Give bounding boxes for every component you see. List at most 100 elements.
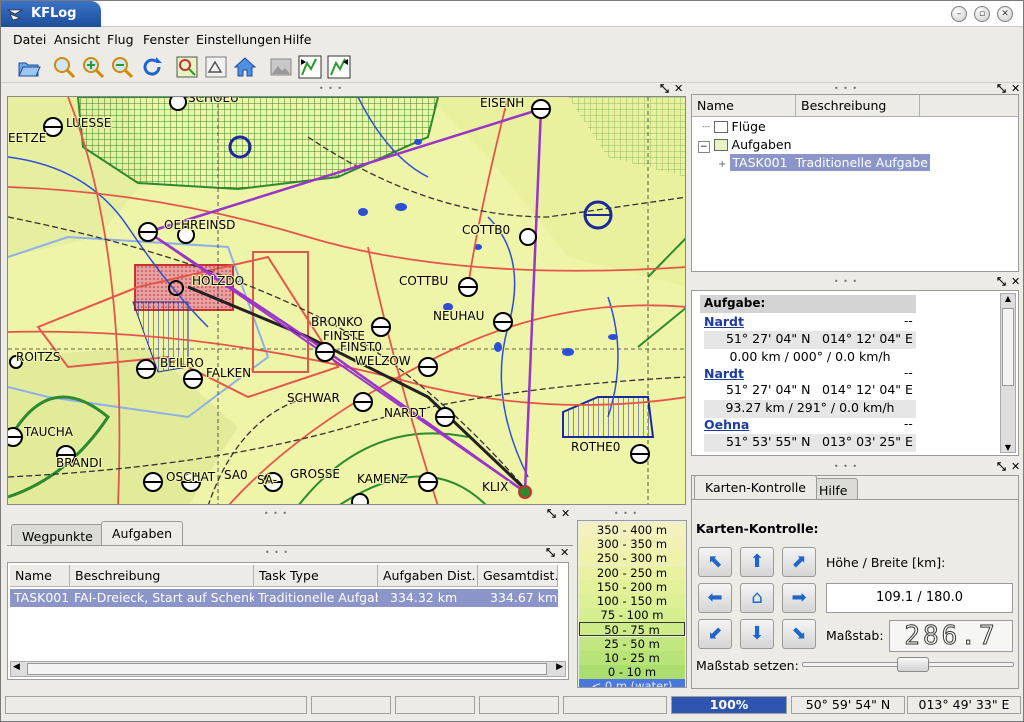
ctrl-dock-grip[interactable]: • • • xyxy=(826,462,866,472)
tab-karten-kontrolle[interactable]: Karten-Kontrolle xyxy=(694,475,817,499)
center-home-button[interactable]: ⌂ xyxy=(740,583,774,613)
pan-southwest-button[interactable]: ⬋ xyxy=(698,619,732,649)
tree-close-button[interactable]: ✕ xyxy=(1011,83,1020,94)
waypoint-link[interactable]: Nardt xyxy=(704,314,744,329)
home-icon[interactable] xyxy=(233,55,257,79)
flight-prev-icon[interactable] xyxy=(298,55,322,79)
map-close-button[interactable]: ✕ xyxy=(674,83,683,94)
ctrl-undock-button[interactable]: ⤡ xyxy=(997,461,1006,472)
table-cell: FAI-Dreieck, Start auf Schenkel xyxy=(74,590,254,605)
menu-hilfe[interactable]: Hilfe xyxy=(283,32,311,47)
info-close-button[interactable]: ✕ xyxy=(1011,276,1020,287)
tree-item-aufgaben[interactable]: − Aufgaben xyxy=(698,137,792,153)
label-klix: KLIX xyxy=(482,480,508,494)
tree-item-fluege[interactable]: ┄ Flüge xyxy=(702,119,766,134)
col-header-gesamtdist[interactable]: Gesamtdist. xyxy=(478,565,558,587)
zoom-out-icon[interactable] xyxy=(110,55,134,79)
scroll-thumb[interactable] xyxy=(1002,308,1014,386)
tree-item-task001[interactable]: + TASK001 Traditionelle Aufgabe xyxy=(718,154,930,171)
arrow-up-icon: ⬆ xyxy=(749,551,765,572)
legend-item: 350 - 400 m xyxy=(579,523,685,537)
grid-undock-button[interactable]: ⤡ xyxy=(546,547,555,558)
menu-ansicht[interactable]: Ansicht xyxy=(54,32,100,47)
pan-northwest-button[interactable]: ⬉ xyxy=(698,547,732,577)
scroll-up-icon[interactable]: ▲ xyxy=(1001,294,1015,303)
grid-close-button[interactable]: ✕ xyxy=(560,547,569,558)
zoom-icon[interactable] xyxy=(52,55,76,79)
table-hscrollbar[interactable]: ◀ ▶ xyxy=(10,661,566,677)
label-nardt: NARDT xyxy=(384,406,427,420)
grid-dock-grip[interactable]: • • • xyxy=(257,548,297,558)
menu-fenster[interactable]: Fenster xyxy=(143,32,189,47)
pan-west-button[interactable]: ⬅ xyxy=(698,583,732,613)
minimize-button[interactable]: – xyxy=(951,6,967,22)
menu-datei[interactable]: Datei xyxy=(13,32,46,47)
ctrl-close-button[interactable]: ✕ xyxy=(1011,461,1020,472)
menu-flug[interactable]: Flug xyxy=(107,32,134,47)
scroll-down-icon[interactable]: ▼ xyxy=(1001,443,1015,452)
arrow-southeast-icon: ⬊ xyxy=(791,623,807,644)
info-scrollbar[interactable]: ▲ ▼ xyxy=(1000,293,1016,453)
waypoint-lat: 51° 27' 04" N xyxy=(726,382,811,397)
status-bar: 100% 50° 59' 54" N 013° 49' 33" E xyxy=(1,693,1023,721)
menu-einstellungen[interactable]: Einstellungen xyxy=(196,32,281,47)
col-header-name[interactable]: Name xyxy=(10,565,70,587)
waypoint-lat: 51° 53' 55" N xyxy=(726,434,811,449)
pan-south-button[interactable]: ⬇ xyxy=(740,619,774,649)
legend-item: 10 - 25 m xyxy=(579,650,685,665)
scroll-right-icon[interactable]: ▶ xyxy=(556,662,563,672)
open-icon[interactable] xyxy=(17,55,41,79)
map-canvas[interactable]: SCHOEU EISENH LUESSE EETZE OEHREINSD COT… xyxy=(8,97,686,505)
flight-next-icon[interactable] xyxy=(327,55,351,79)
waypoint-coords: 51° 53' 55" N 013° 03' 25" E xyxy=(704,434,916,452)
label-kamenz: KAMENZ xyxy=(357,472,408,486)
tree-undock-button[interactable]: ⤡ xyxy=(997,83,1006,94)
object-tree: Name Beschreibung ┄ Flüge − Aufgaben + T… xyxy=(691,94,1019,272)
toolbar xyxy=(1,50,1023,83)
legend-dock-grip[interactable]: • • • xyxy=(606,509,646,519)
label-falken: FALKEN xyxy=(206,366,251,380)
map-view[interactable]: SCHOEU EISENH LUESSE EETZE OEHREINSD COT… xyxy=(7,96,686,505)
home-icon: ⌂ xyxy=(751,587,763,608)
zoom-in-icon[interactable] xyxy=(81,55,105,79)
tab-aufgaben[interactable]: Aufgaben xyxy=(101,521,184,545)
legend-item: 75 - 100 m xyxy=(579,608,685,623)
status-field-2 xyxy=(311,696,391,714)
map-icon[interactable] xyxy=(175,55,199,79)
redraw-icon[interactable] xyxy=(140,55,164,79)
scroll-left-icon[interactable]: ◀ xyxy=(13,662,20,672)
size-value: 109.1 / 180.0 xyxy=(826,583,1013,613)
label-oehreinsd: OEHREINSD xyxy=(164,218,235,232)
tree-header-name[interactable]: Name xyxy=(692,95,796,117)
col-header-beschreibung[interactable]: Beschreibung xyxy=(70,565,254,587)
image-icon[interactable] xyxy=(269,55,293,79)
col-header-task-type[interactable]: Task Type xyxy=(254,565,378,587)
pan-north-button[interactable]: ⬆ xyxy=(740,547,774,577)
tab-wegpunkte[interactable]: Wegpunkte xyxy=(11,524,104,545)
info-undock-button[interactable]: ⤡ xyxy=(997,276,1006,287)
scale-slider-thumb[interactable] xyxy=(896,657,929,672)
tree-item-selection: TASK001 Traditionelle Aufgabe xyxy=(730,154,930,171)
maximize-button[interactable]: ▫ xyxy=(974,6,990,22)
info-dock-grip[interactable]: • • • xyxy=(826,277,866,287)
waypoint-coords: 51° 27' 04" N 014° 12' 04" E xyxy=(704,331,916,349)
scroll-thumb[interactable] xyxy=(27,663,547,675)
tree-header-beschreibung[interactable]: Beschreibung xyxy=(796,95,920,117)
task-icon[interactable] xyxy=(204,55,228,79)
status-longitude: 013° 49' 33" E xyxy=(907,696,1021,714)
col-header-aufgaben-dist[interactable]: Aufgaben Dist. xyxy=(378,565,478,587)
map-undock-button[interactable]: ⤡ xyxy=(660,83,669,94)
label-beilro: BEILRO xyxy=(160,356,204,370)
scale-slider[interactable] xyxy=(802,657,1014,672)
tree-dock-grip[interactable]: • • • xyxy=(826,84,866,94)
pan-northeast-button[interactable]: ⬈ xyxy=(782,547,816,577)
waypoint-dash: -- xyxy=(904,366,913,380)
map-dock-grip[interactable]: • • • xyxy=(311,84,351,94)
waypoint-link[interactable]: Oehna xyxy=(704,417,749,432)
label-grosse: GROSSE xyxy=(290,467,340,481)
pan-southeast-button[interactable]: ⬊ xyxy=(782,619,816,649)
pan-east-button[interactable]: ➡ xyxy=(782,583,816,613)
close-button[interactable]: ✕ xyxy=(997,6,1013,22)
waypoint-link[interactable]: Nardt xyxy=(704,366,744,381)
waypoint-lat: 51° 27' 04" N xyxy=(726,331,811,346)
